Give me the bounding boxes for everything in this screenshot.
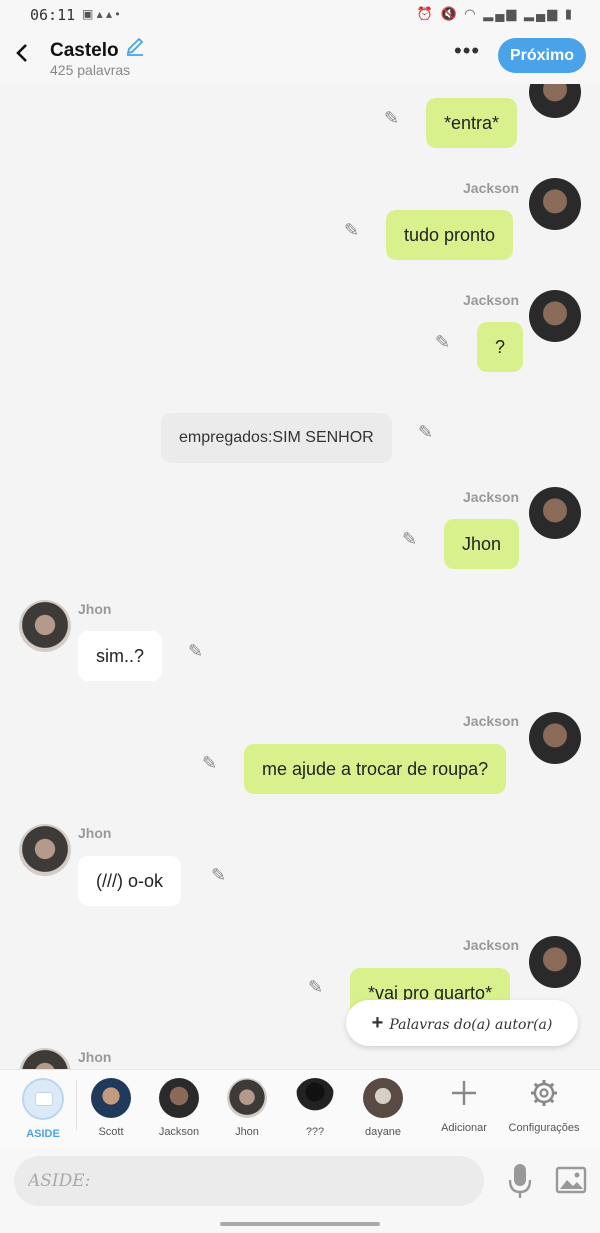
avatar[interactable] (19, 600, 71, 652)
sender-name: Jackson (463, 713, 520, 729)
aside-bubble[interactable]: empregados:SIM SENHOR (161, 413, 392, 463)
character-scott[interactable]: Scott (78, 1078, 144, 1138)
edit-message-icon[interactable]: ✎ (402, 529, 422, 549)
character-jhon[interactable]: Jhon (214, 1078, 280, 1138)
composer (0, 1147, 600, 1215)
character-label: dayane (364, 1126, 402, 1138)
avatar[interactable] (19, 1048, 71, 1069)
message-bubble[interactable]: me ajude a trocar de roupa? (244, 744, 507, 794)
sender-name: Jackson (463, 489, 520, 505)
edit-message-icon[interactable]: ✎ (384, 108, 404, 128)
avatar (363, 1078, 403, 1118)
message-bubble[interactable]: tudo pronto (386, 210, 514, 260)
home-indicator (0, 1215, 600, 1233)
character-aside[interactable]: ASIDE (10, 1078, 76, 1140)
character-unknown[interactable]: ??? (282, 1078, 348, 1138)
message-bubble[interactable]: (///) o-ok (78, 856, 182, 906)
microphone-icon[interactable] (506, 1161, 534, 1201)
sender-name: Jhon (78, 825, 112, 841)
avatar[interactable] (529, 290, 581, 342)
character-label: Scott (98, 1126, 124, 1138)
next-button[interactable]: Próximo (498, 38, 586, 73)
sender-name: Jhon (78, 601, 112, 617)
avatar[interactable] (529, 936, 581, 988)
add-character-button[interactable]: Adicionar (434, 1076, 494, 1134)
avatar (91, 1078, 131, 1118)
avatar (159, 1078, 199, 1118)
add-label: Adicionar (441, 1122, 487, 1134)
plus-icon: + (371, 1012, 384, 1034)
avatar[interactable] (529, 487, 581, 539)
character-jackson[interactable]: Jackson (146, 1078, 212, 1138)
edit-title-icon[interactable] (125, 36, 145, 61)
edit-message-icon[interactable]: ✎ (211, 865, 231, 885)
status-bar: 06:11 ▣ ▴ ▴ • ⏰ 🔇 ◠ ▂▄▆ ▂▄▆ ▮ (0, 0, 600, 30)
settings-label: Configurações (508, 1122, 580, 1134)
word-count: 425 palavras (50, 62, 131, 78)
plus-icon (434, 1076, 494, 1118)
edit-message-icon[interactable]: ✎ (435, 332, 455, 352)
avatar (295, 1078, 335, 1118)
image-icon[interactable] (555, 1165, 587, 1195)
edit-message-icon[interactable]: ✎ (202, 753, 222, 773)
edit-message-icon[interactable]: ✎ (308, 977, 328, 997)
aside-icon (22, 1078, 64, 1120)
status-time: 06:11 (30, 6, 76, 24)
author-words-button[interactable]: + Palavras do(a) autor(a) (346, 1000, 578, 1046)
sender-name: Jackson (463, 292, 520, 308)
avatar[interactable] (529, 84, 581, 118)
avatar[interactable] (19, 824, 71, 876)
edit-message-icon[interactable]: ✎ (344, 220, 364, 240)
character-label: ASIDE (26, 1128, 60, 1140)
message-bubble[interactable]: *entra* (426, 98, 518, 148)
character-label: Jhon (235, 1126, 259, 1138)
back-icon[interactable] (10, 40, 36, 66)
settings-button[interactable]: Configurações (504, 1076, 584, 1134)
more-options-icon[interactable]: ••• (454, 38, 480, 64)
header: Castelo 425 palavras ••• Próximo (0, 30, 600, 84)
character-label: Jackson (158, 1126, 200, 1138)
message-bubble[interactable]: ? (477, 322, 524, 372)
system-icons: ⏰ 🔇 ◠ ▂▄▆ ▂▄▆ ▮ (416, 6, 574, 21)
message-bubble[interactable]: Jhon (444, 519, 520, 569)
chat-area[interactable]: ✎ *entra* Jackson ✎ tudo pronto Jackson … (0, 84, 600, 1069)
character-bar: ASIDE Scott Jackson Jhon ??? dayane Adic… (0, 1069, 600, 1148)
divider (76, 1080, 77, 1130)
avatar (227, 1078, 267, 1118)
message-input[interactable] (14, 1156, 484, 1206)
avatar[interactable] (529, 712, 581, 764)
message-bubble[interactable]: sim..? (78, 631, 163, 681)
sender-name: Jhon (78, 1049, 112, 1065)
edit-message-icon[interactable]: ✎ (418, 422, 438, 442)
author-words-label: Palavras do(a) autor(a) (389, 1017, 553, 1033)
gear-icon (504, 1076, 584, 1118)
notification-icons: ▣ ▴ ▴ • (82, 7, 120, 21)
sender-name: Jackson (463, 180, 520, 196)
character-label: ??? (305, 1126, 325, 1138)
character-dayane[interactable]: dayane (350, 1078, 416, 1138)
avatar[interactable] (529, 178, 581, 230)
home-pill[interactable] (220, 1222, 380, 1226)
sender-name: Jackson (463, 937, 520, 953)
edit-message-icon[interactable]: ✎ (188, 641, 208, 661)
page-title: Castelo (50, 36, 145, 62)
story-title: Castelo (50, 40, 119, 61)
